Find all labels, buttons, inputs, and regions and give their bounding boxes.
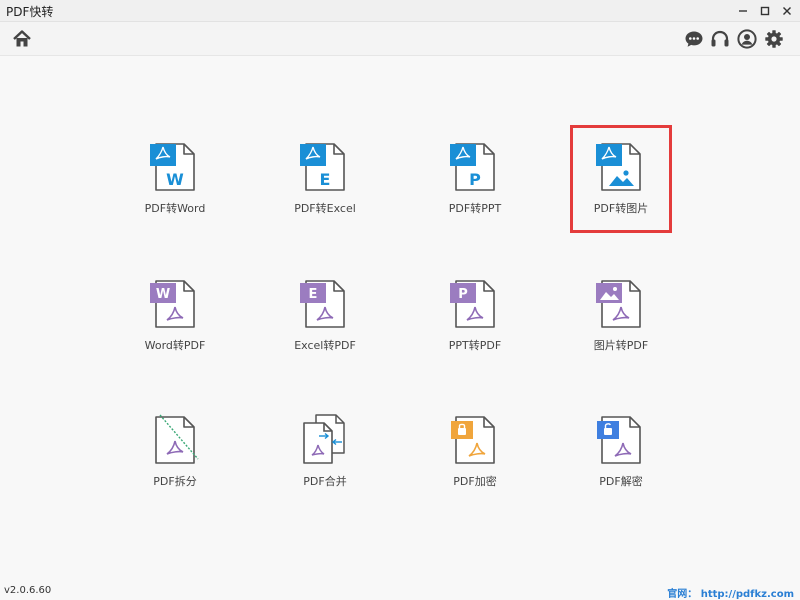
tool-ppt-to-pdf-label: PPT转PDF [448,339,502,352]
tool-pdf-to-excel-letter: E [320,170,331,189]
chat-button[interactable] [683,28,705,50]
pdf-to-excel-icon: E [300,143,345,191]
home-icon [13,30,31,47]
pdf-to-image-icon [596,143,641,191]
tool-pdf-decrypt-label: PDF解密 [599,475,643,488]
headset-icon [711,30,729,47]
tool-pdf-to-ppt[interactable]: P PDF转PPT [420,140,530,240]
word-to-pdf-icon: W [150,280,195,328]
tool-pdf-to-ppt-letter: P [469,170,481,189]
image-to-pdf-icon [596,280,641,328]
status-bar: v2.0.6.60 官网： http://pdfkz.com [0,582,800,600]
chat-icon [685,31,703,47]
settings-button[interactable] [763,28,785,50]
tool-pdf-to-word[interactable]: W PDF转Word [120,140,230,240]
close-button[interactable] [776,0,798,22]
tool-pdf-to-excel-label: PDF转Excel [294,202,356,215]
tool-image-to-pdf-label: 图片转PDF [593,339,649,352]
tool-ppt-to-pdf-letter: P [458,287,468,302]
tool-word-to-pdf[interactable]: W Word转PDF [120,277,230,377]
tool-pdf-encrypt-label: PDF加密 [453,475,497,488]
pdf-to-ppt-icon: P [450,143,495,191]
title-bar: PDF快转 [0,0,800,22]
minimize-button[interactable] [732,0,754,22]
tool-excel-to-pdf-label: Excel转PDF [294,339,356,352]
app-title: PDF快转 [6,5,54,19]
tool-pdf-to-excel[interactable]: E PDF转Excel [270,140,380,240]
version-label: v2.0.6.60 [4,585,52,596]
pdf-split-icon [155,414,199,464]
tool-pdf-merge[interactable]: PDF合并 [270,413,380,513]
tool-pdf-decrypt[interactable]: PDF解密 [566,413,676,513]
minimize-icon [739,10,747,12]
tool-excel-to-pdf[interactable]: E Excel转PDF [270,277,380,377]
tool-pdf-to-image-label: PDF转图片 [593,202,649,215]
toolbar [0,22,800,56]
tool-excel-to-pdf-letter: E [309,287,318,302]
website-link[interactable]: 官网： http://pdfkz.com [667,585,794,600]
tool-pdf-to-word-label: PDF转Word [144,202,206,215]
tool-image-to-pdf[interactable]: 图片转PDF [566,277,676,377]
user-icon [737,29,757,49]
tool-pdf-encrypt[interactable]: PDF加密 [420,413,530,513]
tool-ppt-to-pdf[interactable]: P PPT转PDF [420,277,530,377]
pdf-to-word-icon: W [150,143,195,191]
tool-pdf-to-word-letter: W [166,170,184,189]
pdf-decrypt-icon [597,416,641,464]
support-button[interactable] [709,28,731,50]
tool-pdf-to-ppt-label: PDF转PPT [448,202,502,215]
tool-pdf-merge-label: PDF合并 [303,475,347,488]
gear-icon [765,30,783,48]
tool-pdf-split-label: PDF拆分 [153,475,197,488]
home-button[interactable] [11,28,33,50]
account-button[interactable] [736,28,758,50]
excel-to-pdf-icon: E [300,280,345,328]
ppt-to-pdf-icon: P [450,280,495,328]
tool-word-to-pdf-letter: W [156,287,170,302]
tool-word-to-pdf-label: Word转PDF [144,339,206,352]
pdf-merge-icon [303,414,345,464]
tool-pdf-to-image[interactable]: PDF转图片 [566,140,676,240]
maximize-icon [760,6,770,16]
pdf-encrypt-icon [451,416,495,464]
tool-pdf-split[interactable]: PDF拆分 [120,413,230,513]
maximize-button[interactable] [754,0,776,22]
close-icon [783,7,791,15]
